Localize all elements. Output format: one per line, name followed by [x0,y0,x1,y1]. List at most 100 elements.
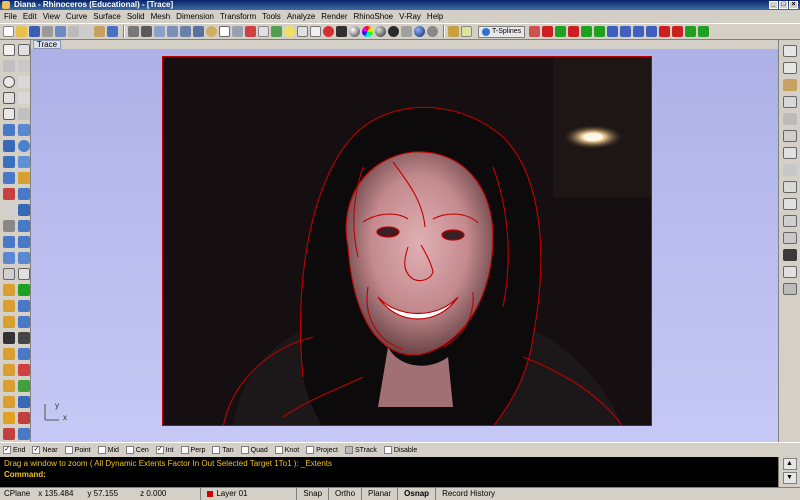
shoe-upper-icon[interactable] [783,130,797,142]
text-icon[interactable] [18,268,30,280]
osnap-project[interactable]: Project [306,446,338,454]
polygon-icon[interactable] [18,92,30,104]
zoom-window-icon[interactable] [167,26,178,37]
shoe-flatten-icon[interactable] [783,147,797,159]
move-left-icon[interactable] [607,26,619,37]
osnap-mid-checkbox[interactable] [97,446,106,454]
pane-osnap[interactable]: Osnap [397,488,435,500]
osnap-knot[interactable]: Knot [274,446,299,454]
menu-mesh[interactable]: Mesh [151,10,171,23]
menu-render[interactable]: Render [321,10,347,23]
boolean-diff-icon[interactable] [18,172,30,184]
scale-icon[interactable] [18,300,30,312]
gear-icon[interactable] [427,26,438,37]
undo-icon[interactable] [107,26,118,37]
menu-vray[interactable]: V-Ray [399,10,421,23]
osnap-cen-checkbox[interactable] [125,446,134,454]
osnap-tan[interactable]: Tan [212,446,234,454]
fillet-icon[interactable] [3,188,15,200]
render-preview-icon[interactable] [336,26,347,37]
viewport-tab-trace[interactable]: Trace [33,40,61,49]
render-sphere-icon[interactable] [323,26,334,37]
dimension-icon[interactable] [3,268,15,280]
freeform-icon[interactable] [18,108,30,120]
arrow-down-icon[interactable] [594,26,606,37]
osnap-disable-checkbox[interactable] [383,446,392,454]
tsplines-grid-icon[interactable] [461,26,472,37]
shoe-measure-icon[interactable] [783,164,797,176]
pane-record-history[interactable]: Record History [435,488,501,500]
flow-icon[interactable] [3,364,15,376]
command-prompt[interactable]: Command: [4,469,774,481]
shoe-grade-icon[interactable] [783,232,797,244]
select-arrow-icon[interactable] [3,44,15,56]
osnap-perp-checkbox[interactable] [180,446,189,454]
extrude-icon[interactable] [18,124,30,136]
pane-planar[interactable]: Planar [361,488,397,500]
menu-curve[interactable]: Curve [66,10,87,23]
rotate-view-icon[interactable] [141,26,152,37]
shoe-render-icon[interactable] [783,249,797,261]
search-icon[interactable] [206,26,217,37]
tsplines-button[interactable]: T-Splines [478,25,526,38]
osnap-tan-checkbox[interactable] [212,446,221,454]
status-layer[interactable]: Layer 01 [200,488,296,500]
print-icon[interactable] [42,26,53,37]
material-tool-icon[interactable] [3,412,15,424]
shoe-insole-icon[interactable] [783,198,797,210]
push-red-icon[interactable] [659,26,671,37]
save-icon[interactable] [29,26,40,37]
cplane-icon[interactable] [232,26,243,37]
import-icon[interactable] [55,26,66,37]
new-file-icon[interactable] [3,26,14,37]
arrow-left-icon[interactable] [568,26,580,37]
osnap-disable[interactable]: Disable [383,446,417,454]
osnap-quad[interactable]: Quad [240,446,268,454]
command-area[interactable]: Drag a window to zoom ( All Dynamic Exte… [0,457,778,487]
ungroup-icon[interactable] [18,252,30,264]
osnap-int-checkbox[interactable]: ✓ [155,446,164,454]
mesh-icon[interactable] [18,156,30,168]
trim-icon[interactable] [3,220,15,232]
join-icon[interactable] [3,236,15,248]
options-icon[interactable] [401,26,412,37]
show-icon[interactable] [18,428,30,440]
surface-icon[interactable] [3,124,15,136]
cage-icon[interactable] [18,364,30,376]
osnap-end-checkbox[interactable]: ✓ [3,446,11,454]
shoe-profile-icon[interactable] [783,181,797,193]
curvature-icon[interactable] [18,380,30,392]
menu-solid[interactable]: Solid [127,10,145,23]
array-icon[interactable] [18,316,30,328]
menu-surface[interactable]: Surface [93,10,121,23]
maximize-button[interactable]: □ [779,1,788,9]
zoom-extents-icon[interactable] [180,26,191,37]
rectangle-icon[interactable] [3,108,15,120]
ellipse-icon[interactable] [3,92,15,104]
pan-icon[interactable] [128,26,139,37]
properties-icon[interactable] [310,26,321,37]
light-icon[interactable] [18,396,30,408]
osnap-near[interactable]: ✓ Near [32,446,58,454]
shoe-export-icon[interactable] [783,266,797,278]
push-red-right-icon[interactable] [672,26,684,37]
menu-file[interactable]: File [4,10,17,23]
arrow-up-right-icon[interactable] [581,26,593,37]
osnap-knot-checkbox[interactable] [274,446,283,454]
help-icon[interactable] [783,45,797,57]
arrow-up-icon[interactable] [555,26,567,37]
arrow-right-icon[interactable] [542,26,554,37]
twist-icon[interactable] [18,332,30,344]
move-icon[interactable] [3,284,15,296]
shoe-heel-icon[interactable] [783,113,797,125]
menu-analyze[interactable]: Analyze [287,10,315,23]
points-icon[interactable] [271,26,282,37]
push-green-up-icon[interactable] [685,26,697,37]
copy-object-icon[interactable] [18,284,30,296]
material-icon[interactable] [388,26,399,37]
render-icon[interactable] [3,396,15,408]
push-green-updown-icon[interactable] [698,26,710,37]
curve-icon[interactable] [18,60,30,72]
analyze-icon[interactable] [3,380,15,392]
car-icon[interactable] [245,26,256,37]
